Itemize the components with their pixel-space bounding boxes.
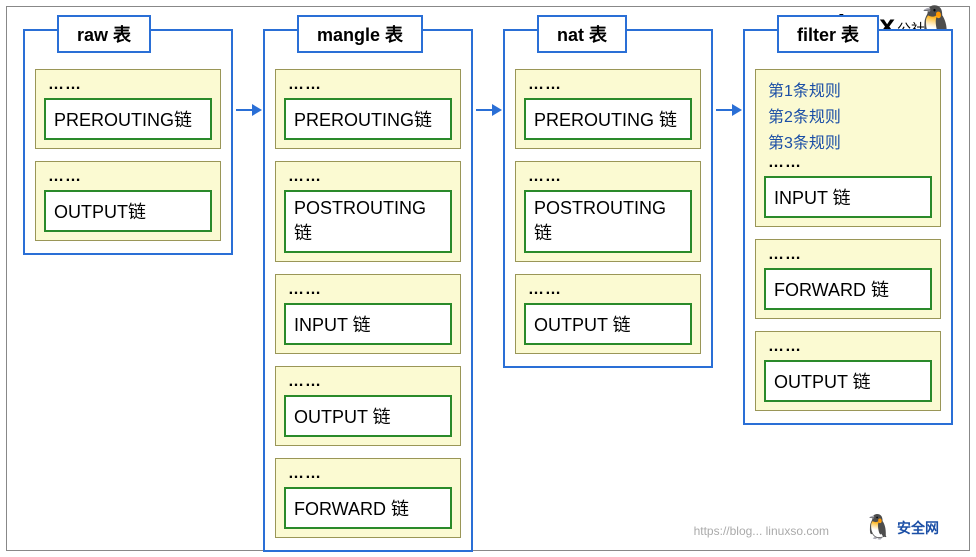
arrow-raw-to-mangle: [233, 29, 263, 111]
chain-input: INPUT 链: [764, 176, 932, 218]
chain-forward: FORWARD 链: [284, 487, 452, 529]
rule-3: 第3条规则: [764, 128, 932, 154]
chain-output: OUTPUT 链: [284, 395, 452, 437]
chain-group: …… PREROUTING 链: [515, 69, 701, 149]
dots: ……: [524, 281, 692, 303]
chain-input: INPUT 链: [284, 303, 452, 345]
table-title-nat: nat 表: [537, 15, 627, 53]
dots: ……: [764, 338, 932, 360]
chain-group: …… POSTROUTING链: [275, 161, 461, 262]
arrow-mangle-to-nat: [473, 29, 503, 111]
table-raw: raw 表 …… PREROUTING链 …… OUTPUT链: [23, 29, 233, 255]
dots: ……: [284, 465, 452, 487]
arrow-icon: [716, 109, 740, 111]
chain-prerouting: PREROUTING链: [44, 98, 212, 140]
table-col-mangle: mangle 表 …… PREROUTING链 …… POSTROUTING链 …: [263, 29, 473, 552]
penguin-icon-small: 🐧: [863, 513, 893, 542]
diagram-frame: 🐧 Linux公社 www.Linuxidc.com raw 表 …… PRER…: [6, 6, 970, 551]
table-title-filter: filter 表: [777, 15, 879, 53]
dots: ……: [764, 246, 932, 268]
chain-group: …… FORWARD 链: [755, 239, 941, 319]
chain-output: OUTPUT 链: [524, 303, 692, 345]
chain-postrouting: POSTROUTING 链: [524, 190, 692, 253]
chain-output: OUTPUT链: [44, 190, 212, 232]
dots: ……: [44, 168, 212, 190]
arrow-icon: [476, 109, 500, 111]
dots: ……: [44, 76, 212, 98]
table-filter: filter 表 第1条规则 第2条规则 第3条规则 …… INPUT 链 ………: [743, 29, 953, 425]
chain-group: …… POSTROUTING 链: [515, 161, 701, 262]
chain-group: …… OUTPUT 链: [275, 366, 461, 446]
arrow-nat-to-filter: [713, 29, 743, 111]
chain-prerouting: PREROUTING 链: [524, 98, 692, 140]
chain-group: …… PREROUTING链: [35, 69, 221, 149]
chain-output: OUTPUT 链: [764, 360, 932, 402]
table-col-filter: filter 表 第1条规则 第2条规则 第3条规则 …… INPUT 链 ………: [743, 29, 953, 425]
chain-postrouting: POSTROUTING链: [284, 190, 452, 253]
chain-forward: FORWARD 链: [764, 268, 932, 310]
table-title-raw: raw 表: [57, 15, 151, 53]
dots: ……: [284, 373, 452, 395]
table-col-raw: raw 表 …… PREROUTING链 …… OUTPUT链: [23, 29, 233, 255]
arrow-icon: [236, 109, 260, 111]
rule-2: 第2条规则: [764, 102, 932, 128]
rule-1: 第1条规则: [764, 76, 932, 102]
chain-group: …… OUTPUT链: [35, 161, 221, 241]
dots: ……: [284, 281, 452, 303]
dots: ……: [764, 154, 932, 176]
chain-prerouting: PREROUTING链: [284, 98, 452, 140]
dots: ……: [524, 76, 692, 98]
chain-group: …… OUTPUT 链: [515, 274, 701, 354]
chain-group: …… PREROUTING链: [275, 69, 461, 149]
table-title-mangle: mangle 表: [297, 15, 423, 53]
footer-watermark: https://blog... linuxso.com: [694, 524, 829, 538]
table-nat: nat 表 …… PREROUTING 链 …… POSTROUTING 链 ……: [503, 29, 713, 368]
table-col-nat: nat 表 …… PREROUTING 链 …… POSTROUTING 链 ……: [503, 29, 713, 368]
tables-row: raw 表 …… PREROUTING链 …… OUTPUT链 mangle 表…: [23, 29, 953, 552]
footer-brand: 🐧 安全网: [863, 513, 939, 542]
chain-group: …… OUTPUT 链: [755, 331, 941, 411]
chain-group: …… FORWARD 链: [275, 458, 461, 538]
dots: ……: [284, 76, 452, 98]
dots: ……: [284, 168, 452, 190]
footer-brand-text: 安全网: [897, 518, 939, 538]
chain-group: …… INPUT 链: [275, 274, 461, 354]
chain-group: 第1条规则 第2条规则 第3条规则 …… INPUT 链: [755, 69, 941, 227]
table-mangle: mangle 表 …… PREROUTING链 …… POSTROUTING链 …: [263, 29, 473, 552]
dots: ……: [524, 168, 692, 190]
